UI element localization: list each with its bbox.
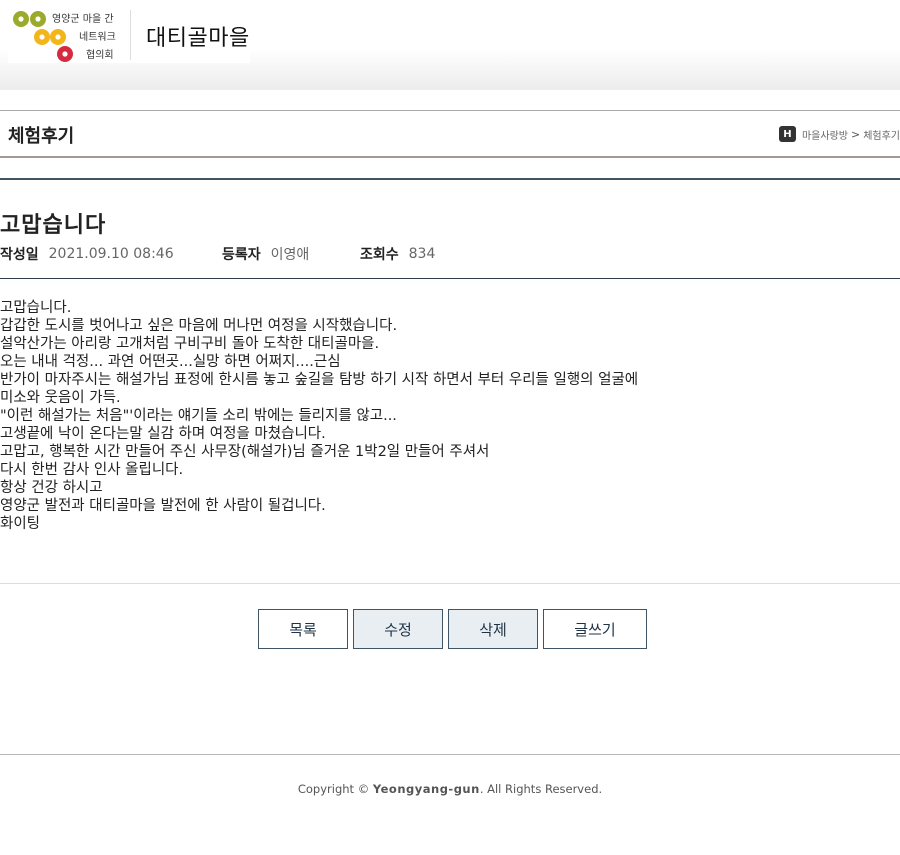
post-body: 고맙습니다. 갑갑한 도시를 벗어나고 싶은 마음에 머나먼 여정을 시작했습니… (0, 299, 900, 533)
post-body-line: 화이팅 (0, 516, 41, 532)
logo-text-line-1: 영양군 마을 간 (52, 13, 114, 25)
write-button[interactable]: 글쓰기 (543, 609, 647, 649)
post-body-line: 고맙고, 행복한 시간 만들어 주신 사무장(해설가)님 즐거운 1박2일 만들… (0, 444, 490, 460)
post-body-line: 영양군 발전과 대티골마을 발전에 한 사람이 될겁니다. (0, 498, 326, 514)
copyright-prefix: Copyright © (297, 782, 370, 796)
copyright-brand: Yeongyang-gun (372, 782, 480, 796)
post-date: 작성일 2021.09.10 08:46 (0, 244, 222, 264)
author-label: 등록자 (222, 247, 261, 263)
post-body-line: 고맙습니다. (0, 300, 72, 316)
post-body-line: "이런 해설가는 처음"'이라는 얘기들 소리 밖에는 들리지를 않고... (0, 408, 397, 424)
logo-text-line-3: 협의회 (86, 48, 114, 61)
post-body-line: 항상 건강 하시고 (0, 480, 103, 496)
network-logo: 영양군 마을 간 네트워크 협의회 (13, 11, 116, 62)
chevron-right-icon: > (850, 127, 861, 141)
list-button[interactable]: 목록 (258, 609, 348, 649)
site-header: 영양군 마을 간 네트워크 협의회 대티골마을 (0, 0, 900, 90)
post-body-line: 반가이 마자주시는 해설가님 표정에 한시름 놓고 숲길을 탐방 하기 시작 하… (0, 372, 639, 388)
author-value: 이영애 (270, 247, 310, 263)
post-meta: 작성일 2021.09.10 08:46 등록자 이영애 조회수 834 (0, 245, 435, 263)
footer-divider (0, 754, 900, 755)
post-title: 고맙습니다 (0, 213, 107, 238)
views-label: 조회수 (360, 247, 399, 263)
village-name[interactable]: 대티골마을 (146, 20, 250, 52)
article-top-divider (0, 178, 900, 180)
breadcrumb-item-reviews[interactable]: 체험후기 (863, 127, 900, 142)
copyright: Copyright © Yeongyang-gun. All Rights Re… (0, 782, 900, 796)
logo-text-line-2: 네트워크 (79, 30, 116, 43)
views-value: 834 (408, 246, 436, 262)
post-body-line: 고생끝에 낙이 온다는말 실감 하며 여정을 마쳤습니다. (0, 426, 326, 442)
post-body-line: 갑갑한 도시를 벗어나고 싶은 마음에 머나먼 여정을 시작했습니다. (0, 318, 398, 334)
date-value: 2021.09.10 08:46 (48, 246, 174, 262)
home-icon[interactable]: H (778, 126, 796, 142)
post-body-line: 미소와 웃음이 가득. (0, 390, 121, 406)
copyright-suffix: . All Rights Reserved. (479, 782, 603, 796)
delete-button[interactable]: 삭제 (448, 609, 538, 649)
breadcrumb: H 마을사랑방 > 체험후기 (778, 125, 900, 143)
logo-area[interactable]: 영양군 마을 간 네트워크 협의회 대티골마을 (8, 6, 250, 63)
post-body-line: 다시 한번 감사 인사 올립니다. (0, 462, 184, 478)
section-title: 체험후기 (8, 126, 75, 147)
post-body-line: 오는 내내 걱정... 과연 어떤곳...실망 하면 어쩌지....근심 (0, 354, 341, 370)
edit-button[interactable]: 수정 (353, 609, 443, 649)
post-body-line: 설악산가는 아리랑 고개처럼 구비구비 돌아 도착한 대티골마을. (0, 336, 380, 352)
date-label: 작성일 (0, 247, 39, 263)
breadcrumb-item-community[interactable]: 마을사랑방 (802, 127, 848, 142)
section-title-bar: 체험후기 H 마을사랑방 > 체험후기 (0, 110, 900, 158)
post-author: 등록자 이영애 (222, 244, 360, 264)
article-header-divider (0, 278, 900, 279)
logo-divider (130, 10, 131, 60)
post-views: 조회수 834 (360, 244, 435, 264)
article-bottom-divider (0, 583, 900, 584)
